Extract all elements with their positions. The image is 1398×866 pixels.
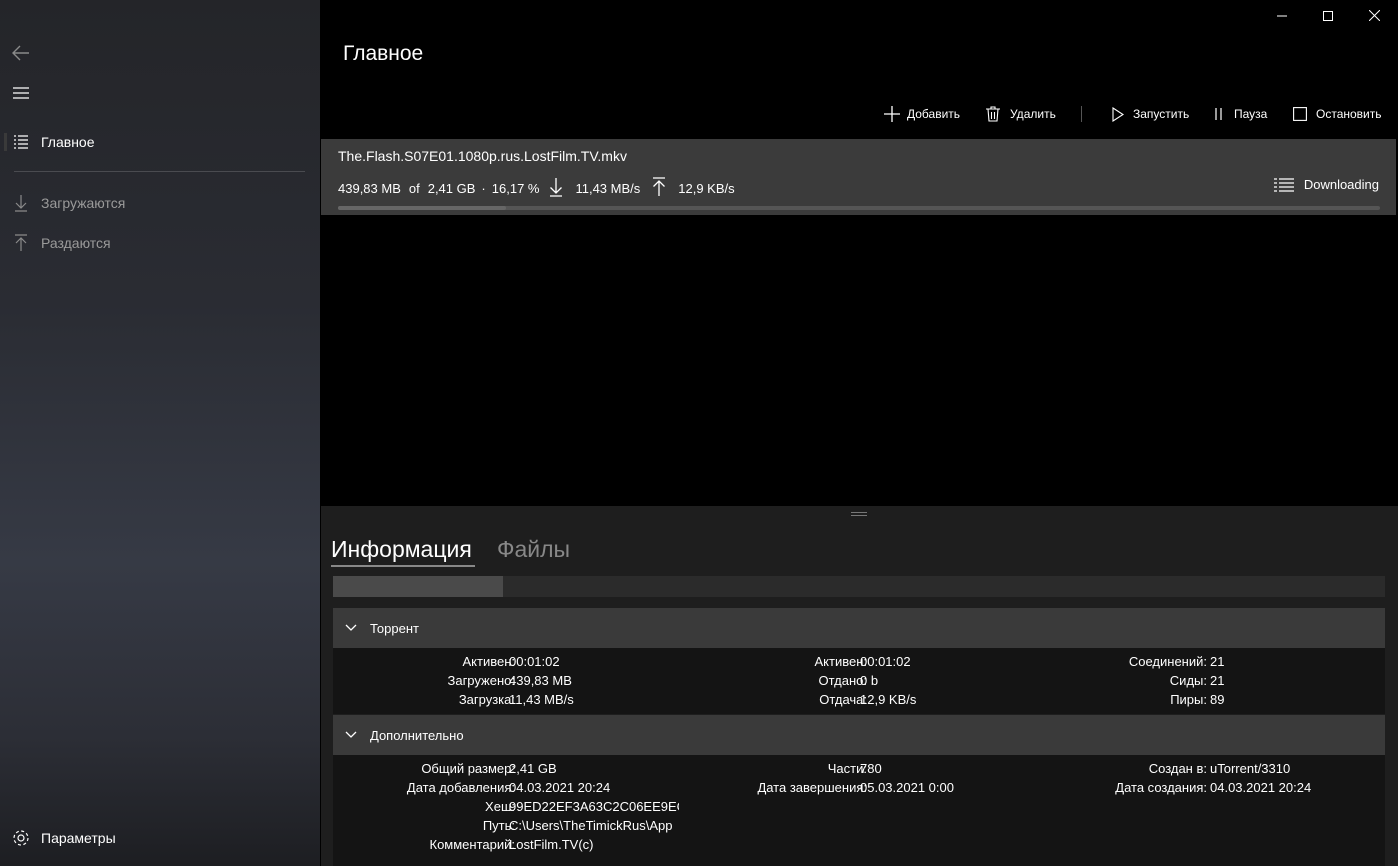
add-label: Добавить xyxy=(907,107,961,121)
torrent-section-body: Активен: 00:01:02 Загружено: 439,83 MB Заг… xyxy=(333,648,1385,714)
section-title: Дополнительно xyxy=(370,727,464,743)
trash-icon xyxy=(986,106,1000,122)
torrent-stats: 439,83 MB of 2,41 GB · 16,17 % 11,43 MB/… xyxy=(338,177,741,200)
kv-key: Сиды: xyxy=(1169,673,1207,688)
extra-section-header[interactable]: Дополнительно xyxy=(333,715,1385,755)
pause-icon xyxy=(1215,108,1222,120)
gear-icon xyxy=(11,828,31,848)
separator-dot: · xyxy=(481,181,486,196)
kv-row: Путь: C:\Users\TheTimickRus\App xyxy=(333,818,1385,837)
status-text: Downloading xyxy=(1303,177,1379,192)
status-list-icon xyxy=(1273,177,1294,192)
maximize-icon xyxy=(1323,8,1333,26)
pieces-bar xyxy=(333,576,1385,597)
kv-value: C:\Users\TheTimickRus\App xyxy=(509,818,673,833)
sidebar-item-label: Загружаются xyxy=(41,195,126,211)
download-speed: 11,43 MB/s xyxy=(575,181,641,196)
stop-label: Остановить xyxy=(1316,107,1382,121)
sidebar: Главное Загружаются Раздаются Параметры xyxy=(0,0,320,866)
kv-row: Хеш: 99ED22EF3A63C2C06EE9EC xyxy=(333,799,1385,818)
play-icon xyxy=(1112,106,1124,122)
kv-value: 21 xyxy=(1210,673,1225,688)
tab-files[interactable]: Файлы xyxy=(497,536,570,563)
kv-value: 21 xyxy=(1210,654,1225,669)
sidebar-divider xyxy=(14,171,305,172)
kv-key: Создан в: xyxy=(1148,761,1207,776)
toolbar-separator xyxy=(1081,106,1082,122)
close-button[interactable] xyxy=(1351,0,1397,34)
total-size: 2,41 GB xyxy=(427,181,476,196)
plus-icon xyxy=(884,106,900,122)
sidebar-item-downloading[interactable]: Загружаются xyxy=(0,185,320,221)
list-icon xyxy=(11,132,31,152)
kv-row: Создан в: uTorrent/3310 xyxy=(333,761,1385,780)
kv-key: Пиры: xyxy=(1170,692,1207,707)
hamburger-icon xyxy=(11,83,31,103)
chevron-down-icon xyxy=(345,624,357,631)
kv-key: Комментарий: xyxy=(429,837,516,852)
sidebar-item-label: Главное xyxy=(41,134,95,150)
kv-key: Соединений: xyxy=(1128,654,1207,669)
minimize-icon xyxy=(1277,8,1287,26)
close-icon xyxy=(1368,8,1380,26)
kv-key: Дата создания: xyxy=(1115,780,1207,795)
stop-icon xyxy=(1293,107,1307,121)
torrent-name: The.Flash.S07E01.1080p.rus.LostFilm.TV.m… xyxy=(338,148,627,164)
stop-button[interactable]: Остановить xyxy=(1293,103,1382,125)
downloaded-size: 439,83 MB xyxy=(338,181,401,196)
back-button[interactable] xyxy=(0,35,320,71)
upload-speed-icon xyxy=(652,177,666,200)
settings-label: Параметры xyxy=(41,830,116,846)
torrent-list-item[interactable]: The.Flash.S07E01.1080p.rus.LostFilm.TV.m… xyxy=(321,139,1396,215)
kv-row: Дата создания: 04.03.2021 20:24 xyxy=(333,780,1385,799)
start-button[interactable]: Запустить xyxy=(1112,103,1189,125)
torrent-status: Downloading xyxy=(1273,177,1379,192)
splitter-handle[interactable] xyxy=(851,512,867,516)
torrent-progress-bar xyxy=(338,206,1380,210)
kv-value: 04.03.2021 20:24 xyxy=(1210,780,1312,795)
delete-button[interactable]: Удалить xyxy=(986,103,1056,125)
percent: 16,17 % xyxy=(491,181,540,196)
kv-row: Сиды: 21 xyxy=(333,673,1385,692)
sidebar-settings[interactable]: Параметры xyxy=(0,820,320,856)
back-arrow-icon xyxy=(11,43,31,63)
kv-row: Комментарий: LostFilm.TV(c) xyxy=(333,837,1385,856)
of-word: of xyxy=(408,181,420,196)
delete-label: Удалить xyxy=(1010,107,1056,121)
pause-button[interactable]: Пауза xyxy=(1214,103,1267,125)
sidebar-item-label: Раздаются xyxy=(41,235,111,251)
upload-icon xyxy=(11,233,31,253)
upload-speed: 12,9 KB/s xyxy=(678,181,735,196)
pause-label: Пауза xyxy=(1234,107,1268,121)
kv-value: 89 xyxy=(1210,692,1225,707)
kv-value: uTorrent/3310 xyxy=(1210,761,1291,776)
hamburger-button[interactable] xyxy=(0,75,320,111)
extra-section-body: Общий размер: 2,41 GB Дата добавления: 04.… xyxy=(333,755,1385,866)
active-indicator xyxy=(4,133,7,151)
details-pane: Информация Файлы Торрент Активен: 00:01:0… xyxy=(321,506,1398,866)
kv-value: 99ED22EF3A63C2C06EE9EC xyxy=(509,799,679,814)
start-label: Запустить xyxy=(1133,107,1190,121)
download-speed-icon xyxy=(549,177,563,200)
chevron-down-icon xyxy=(345,731,357,738)
sidebar-item-main[interactable]: Главное xyxy=(0,124,320,160)
tab-info[interactable]: Информация xyxy=(331,536,472,563)
maximize-button[interactable] xyxy=(1305,0,1351,34)
kv-value: LostFilm.TV(c) xyxy=(509,837,594,852)
torrent-progress-fill xyxy=(338,206,507,210)
section-title: Торрент xyxy=(370,620,419,636)
download-icon xyxy=(11,193,31,213)
kv-row: Пиры: 89 xyxy=(333,692,1385,711)
add-button[interactable]: Добавить xyxy=(884,103,960,125)
torrent-section-header[interactable]: Торрент xyxy=(333,608,1385,648)
active-tab-underline xyxy=(331,565,475,567)
page-title: Главное xyxy=(343,42,424,65)
minimize-button[interactable] xyxy=(1259,0,1305,34)
sidebar-item-seeding[interactable]: Раздаются xyxy=(0,225,320,261)
pieces-fill xyxy=(333,576,504,597)
kv-row: Соединений: 21 xyxy=(333,654,1385,673)
